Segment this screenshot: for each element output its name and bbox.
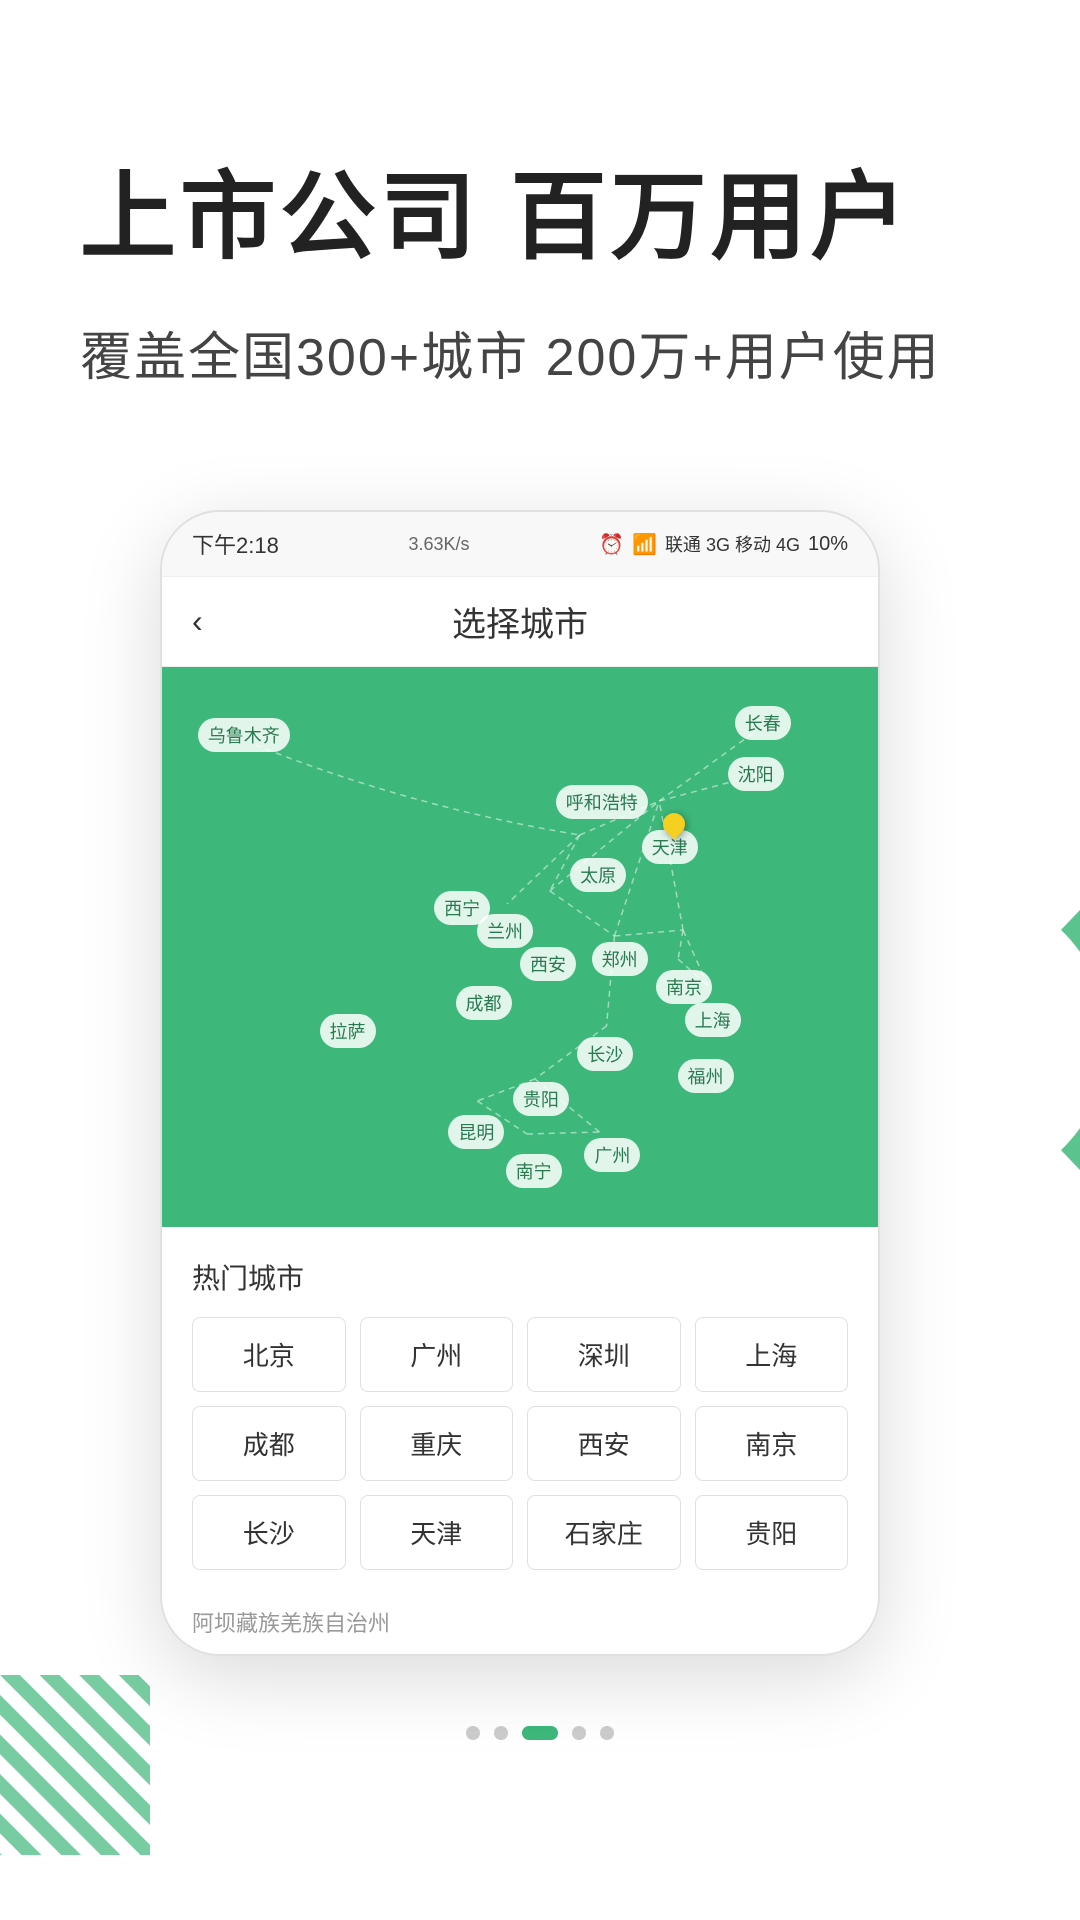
city-button-北京[interactable]: 北京 xyxy=(192,1317,346,1392)
status-bar: 下午2:18 3.63K/s ⏰ 📶 联通 3G 移动 4G 10% xyxy=(162,512,878,577)
city-wulumuqi[interactable]: 乌鲁木齐 xyxy=(198,718,290,752)
city-changchun[interactable]: 长春 xyxy=(735,706,791,740)
city-nanjing[interactable]: 南京 xyxy=(656,970,712,1004)
selected-city-marker xyxy=(663,813,685,835)
hero-title: 上市公司 百万用户 xyxy=(80,160,1000,275)
city-nanning[interactable]: 南宁 xyxy=(506,1154,562,1188)
hero-subtitle: 覆盖全国300+城市 200万+用户使用 xyxy=(80,315,1000,390)
pagination-dot-3[interactable] xyxy=(522,1726,558,1740)
status-battery: 10% xyxy=(808,533,848,556)
map-container[interactable]: .dline{stroke:rgba(255,255,255,0.5);stro… xyxy=(162,667,878,1227)
pagination xyxy=(0,1696,1080,1770)
city-shenyang[interactable]: 沈阳 xyxy=(728,757,784,791)
pagination-dot-5[interactable] xyxy=(600,1726,614,1740)
stripe-decoration xyxy=(0,1675,150,1860)
city-button-天津[interactable]: 天津 xyxy=(360,1495,514,1570)
city-changsha[interactable]: 长沙 xyxy=(577,1037,633,1071)
phone-nav: ‹ 选择城市 xyxy=(162,577,878,667)
city-chengdu[interactable]: 成都 xyxy=(456,986,512,1020)
arc-decoration xyxy=(880,910,1080,1210)
hot-cities-section: 热门城市 北京广州深圳上海成都重庆西安南京长沙天津石家庄贵阳 xyxy=(162,1227,878,1590)
nav-title: 选择城市 xyxy=(452,597,588,646)
phone-section: 下午2:18 3.63K/s ⏰ 📶 联通 3G 移动 4G 10% ‹ 选择城… xyxy=(0,510,1080,1656)
city-lanzhou[interactable]: 兰州 xyxy=(477,914,533,948)
city-taiyuan[interactable]: 太原 xyxy=(570,858,626,892)
city-grid: 北京广州深圳上海成都重庆西安南京长沙天津石家庄贵阳 xyxy=(192,1317,848,1570)
city-guiyang[interactable]: 贵阳 xyxy=(513,1082,569,1116)
city-shanghai[interactable]: 上海 xyxy=(685,1003,741,1037)
city-button-南京[interactable]: 南京 xyxy=(695,1406,849,1481)
city-button-成都[interactable]: 成都 xyxy=(192,1406,346,1481)
city-button-长沙[interactable]: 长沙 xyxy=(192,1495,346,1570)
city-button-贵阳[interactable]: 贵阳 xyxy=(695,1495,849,1570)
city-kunming[interactable]: 昆明 xyxy=(448,1115,504,1149)
hero-section: 上市公司 百万用户 覆盖全国300+城市 200万+用户使用 xyxy=(0,0,1080,450)
city-button-西安[interactable]: 西安 xyxy=(527,1406,681,1481)
city-button-上海[interactable]: 上海 xyxy=(695,1317,849,1392)
region-text: 阿坝藏族羌族自治州 xyxy=(162,1590,878,1654)
city-xian[interactable]: 西安 xyxy=(520,947,576,981)
hot-cities-title: 热门城市 xyxy=(192,1257,848,1297)
status-wifi-icon: 📶 xyxy=(632,532,657,557)
phone-mockup: 下午2:18 3.63K/s ⏰ 📶 联通 3G 移动 4G 10% ‹ 选择城… xyxy=(160,510,880,1656)
status-right: ⏰ 📶 联通 3G 移动 4G 10% xyxy=(599,531,848,557)
status-speed: 3.63K/s xyxy=(408,534,469,555)
city-zhengzhou[interactable]: 郑州 xyxy=(592,942,648,976)
city-guangzhou[interactable]: 广州 xyxy=(584,1138,640,1172)
back-button[interactable]: ‹ xyxy=(192,603,203,640)
status-time: 下午2:18 xyxy=(192,528,279,560)
city-button-广州[interactable]: 广州 xyxy=(360,1317,514,1392)
city-huhhot[interactable]: 呼和浩特 xyxy=(556,785,648,819)
pagination-dot-4[interactable] xyxy=(572,1726,586,1740)
pagination-dot-1[interactable] xyxy=(466,1726,480,1740)
city-button-石家庄[interactable]: 石家庄 xyxy=(527,1495,681,1570)
city-lasa[interactable]: 拉萨 xyxy=(320,1014,376,1048)
status-alarm-icon: ⏰ xyxy=(599,532,624,557)
city-fuzhou[interactable]: 福州 xyxy=(678,1059,734,1093)
city-button-重庆[interactable]: 重庆 xyxy=(360,1406,514,1481)
status-network: 联通 3G 移动 4G xyxy=(665,531,800,557)
pagination-dot-2[interactable] xyxy=(494,1726,508,1740)
city-button-深圳[interactable]: 深圳 xyxy=(527,1317,681,1392)
